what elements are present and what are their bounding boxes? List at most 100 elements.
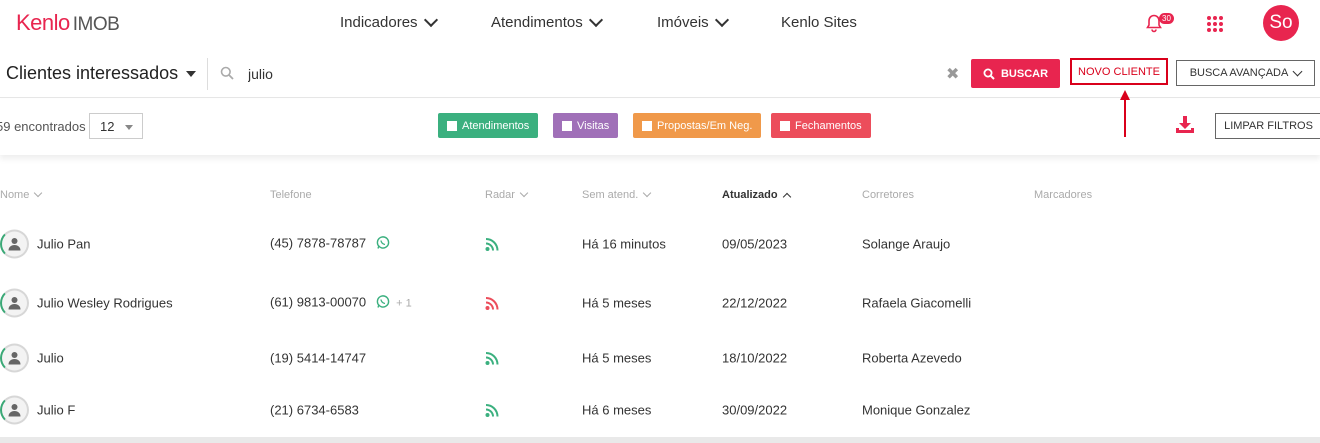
radar-icon: [485, 238, 499, 255]
filter-chip-visitas[interactable]: Visitas: [553, 113, 619, 138]
advanced-search-button[interactable]: BUSCA AVANÇADA: [1176, 60, 1315, 86]
chip-label: Atendimentos: [462, 119, 530, 132]
no-contact-time: Há 5 meses: [582, 295, 652, 311]
chevron-down-icon: [519, 188, 529, 198]
client-avatar-icon: [0, 343, 29, 373]
checkbox-icon: [642, 120, 652, 131]
new-client-button[interactable]: NOVO CLIENTE: [1070, 58, 1168, 85]
advanced-search-label: BUSCA AVANÇADA: [1189, 67, 1289, 79]
no-contact-time: Há 5 meses: [582, 350, 652, 366]
client-name[interactable]: Julio: [37, 351, 64, 366]
radar-icon: [485, 404, 499, 421]
user-avatar[interactable]: So: [1263, 5, 1299, 41]
chip-label: Fechamentos: [795, 119, 862, 132]
nav-label: Imóveis: [657, 14, 709, 31]
updated-date: 30/09/2022: [722, 402, 788, 418]
client-phone: (45) 7878-78787: [270, 235, 367, 251]
logo-product: IMOB: [72, 14, 120, 35]
nav-label: Indicadores: [340, 14, 418, 31]
clear-filters-button[interactable]: LIMPAR FILTROS: [1215, 113, 1320, 139]
list-type-label: Clientes interessados: [6, 63, 179, 83]
per-page-select[interactable]: 12: [89, 113, 143, 139]
filter-bar: 59 encontrados 12 Atendimentos Visitas P…: [0, 99, 1320, 155]
table-row[interactable]: Julio F (21) 6734-6583 Há 6 meses 30/09/202…: [0, 384, 1320, 436]
column-header-name[interactable]: Nome: [0, 188, 43, 201]
client-avatar-icon: [0, 288, 29, 318]
divider: [207, 58, 208, 90]
filter-chip-fechamentos[interactable]: Fechamentos: [771, 113, 871, 138]
updated-date: 22/12/2022: [722, 295, 788, 311]
annotation-arrow: [1124, 97, 1126, 137]
search-button[interactable]: BUSCAR: [971, 59, 1060, 88]
list-type-dropdown[interactable]: Clientes interessados: [6, 63, 197, 84]
search-icon: [983, 68, 995, 80]
chevron-down-icon: [588, 12, 603, 27]
client-phone: (61) 9813-00070: [270, 294, 367, 310]
chevron-down-icon: [423, 12, 438, 27]
table-row[interactable]: Julio Wesley Rodrigues (61) 9813-00070 + 1…: [0, 277, 1320, 329]
column-header-brokers: Corretores: [862, 189, 914, 201]
checkbox-icon: [562, 120, 572, 131]
table-row[interactable]: Julio (19) 5414-14747 Há 5 meses 18/10/2022…: [0, 332, 1320, 384]
filter-chip-propostas[interactable]: Propostas/Em Neg.: [633, 113, 762, 138]
kenlo-imob-logo[interactable]: Kenlo IMOB: [16, 10, 120, 36]
client-phone-cell: (19) 5414-14747: [270, 351, 366, 366]
client-avatar-icon: [0, 395, 29, 425]
column-header-radar[interactable]: Radar: [485, 188, 529, 201]
chevron-up-icon: [782, 192, 791, 201]
chevron-down-icon: [714, 12, 729, 27]
nav-indicadores[interactable]: Indicadores: [340, 12, 438, 31]
no-contact-time: Há 6 meses: [582, 402, 652, 418]
column-header-phone: Telefone: [270, 189, 312, 201]
client-name[interactable]: Julio Wesley Rodrigues: [37, 296, 173, 311]
chevron-down-icon: [643, 188, 652, 198]
checkbox-icon: [447, 120, 457, 131]
search-input[interactable]: [240, 62, 930, 86]
checkbox-icon: [780, 120, 790, 131]
search-button-label: BUSCAR: [1000, 67, 1049, 80]
nav-imoveis[interactable]: Imóveis: [657, 12, 729, 31]
broker-name: Monique Gonzalez: [862, 402, 971, 418]
results-count: 59 encontrados: [0, 119, 86, 134]
scroll-divider: [0, 437, 1320, 443]
chevron-down-icon: [1292, 66, 1303, 76]
client-phone-cell: (61) 9813-00070 + 1: [270, 294, 412, 311]
extra-phones-count: + 1: [396, 297, 412, 310]
client-phone: (21) 6734-6583: [270, 402, 359, 418]
chip-label: Visitas: [577, 119, 610, 132]
annotation-arrow-head: [1120, 90, 1130, 100]
filter-chip-atendimentos[interactable]: Atendimentos: [438, 113, 539, 138]
client-phone-cell: (21) 6734-6583: [270, 403, 359, 418]
client-phone: (19) 5414-14747: [270, 350, 367, 366]
radar-icon: [485, 352, 499, 369]
radar-icon: [485, 297, 499, 314]
nav-kenlo-sites[interactable]: Kenlo Sites: [781, 14, 857, 31]
table-row[interactable]: Julio Pan (45) 7878-78787 Há 16 minutos 09/…: [0, 218, 1320, 270]
nav-label: Kenlo Sites: [781, 14, 857, 31]
client-avatar-icon: [0, 229, 29, 259]
clear-search-icon[interactable]: ✖: [946, 64, 959, 84]
nav-atendimentos[interactable]: Atendimentos: [491, 12, 603, 31]
logo-brand: Kenlo: [16, 10, 70, 35]
caret-down-icon: [186, 70, 197, 77]
search-icon: [220, 66, 234, 85]
apps-grid-icon[interactable]: [1207, 16, 1223, 32]
column-header-tags: Marcadores: [1034, 189, 1093, 201]
whatsapp-icon[interactable]: [376, 295, 390, 312]
broker-name: Rafaela Giacomelli: [862, 295, 972, 311]
whatsapp-icon[interactable]: [376, 236, 390, 253]
client-phone-cell: (45) 7878-78787: [270, 235, 390, 252]
download-icon[interactable]: [1175, 115, 1195, 140]
nav-label: Atendimentos: [491, 14, 583, 31]
updated-date: 09/05/2023: [722, 236, 788, 252]
updated-date: 18/10/2022: [722, 350, 788, 366]
column-header-no-contact[interactable]: Sem atend.: [582, 188, 652, 201]
top-navigation-bar: Kenlo IMOB Indicadores Atendimentos Imóve…: [0, 0, 1320, 48]
per-page-value: 12: [100, 119, 115, 134]
client-name[interactable]: Julio F: [37, 403, 75, 418]
broker-name: Roberta Azevedo: [862, 350, 962, 366]
column-header-updated[interactable]: Atualizado: [722, 189, 791, 201]
chevron-down-icon: [34, 188, 43, 198]
client-name[interactable]: Julio Pan: [37, 237, 90, 252]
chip-label: Propostas/Em Neg.: [657, 119, 753, 132]
